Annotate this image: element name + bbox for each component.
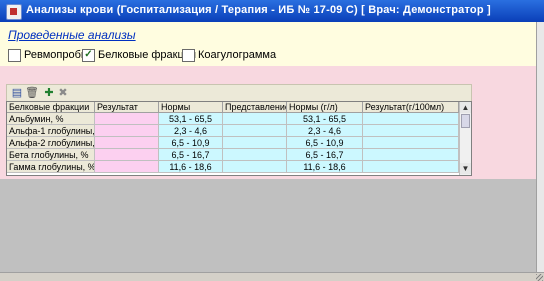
analyses-panel: Проведенные анализы Ревмопробы ✓ Белковы…	[0, 22, 536, 66]
cell-result[interactable]	[95, 125, 159, 137]
checkbox-coagulogram-box[interactable]	[182, 48, 195, 62]
cell-norm: 11,6 - 18,6	[159, 161, 223, 173]
cell-view	[223, 137, 287, 149]
cell-norm-gl: 11,6 - 18,6	[287, 161, 363, 173]
checkbox-rheum-tests-box[interactable]	[8, 48, 21, 62]
cell-result[interactable]	[95, 113, 159, 125]
cell-fraction: Бета глобулины, %	[7, 149, 95, 161]
cell-norm: 6,5 - 16,7	[159, 149, 223, 161]
col-header-norms-gl[interactable]: Нормы (г/л)	[287, 102, 363, 113]
cell-fraction: Альфа-1 глобулины, %	[7, 125, 95, 137]
checkbox-rheum-tests[interactable]: Ревмопробы	[8, 48, 89, 62]
protein-fractions-panel: ▤ 🗑 ✚ ✖ Белковые фракции Результат Нормы…	[0, 84, 536, 179]
cell-result-g100ml	[363, 125, 459, 137]
add-icon[interactable]: ✚	[43, 87, 55, 99]
col-header-view[interactable]: Представление	[223, 102, 287, 113]
cell-result-g100ml	[363, 149, 459, 161]
grid-toolbar: ▤ 🗑 ✚ ✖	[6, 84, 472, 102]
cell-fraction: Альбумин, %	[7, 113, 95, 125]
scroll-up-icon[interactable]: ▲	[460, 102, 471, 113]
save-icon[interactable]: ▤	[11, 87, 23, 99]
scroll-down-icon[interactable]: ▼	[460, 163, 471, 174]
cell-fraction: Гамма глобулины, %	[7, 161, 95, 173]
protein-fractions-table: Белковые фракции Результат Нормы Предста…	[6, 101, 472, 176]
cell-norm-gl: 2,3 - 4,6	[287, 125, 363, 137]
cell-result[interactable]	[95, 149, 159, 161]
cell-norm: 53,1 - 65,5	[159, 113, 223, 125]
cell-norm: 6,5 - 10,9	[159, 137, 223, 149]
cell-result-g100ml	[363, 137, 459, 149]
cell-view	[223, 149, 287, 161]
window-scrollbar[interactable]	[536, 22, 544, 272]
checkbox-protein-fractions-box[interactable]: ✓	[82, 48, 95, 62]
col-header-result-g100ml[interactable]: Результат(г/100мл)	[363, 102, 459, 113]
remove-icon[interactable]: ✖	[57, 87, 69, 99]
table-scrollbar[interactable]: ▲ ▼	[459, 102, 471, 175]
cell-result-g100ml	[363, 113, 459, 125]
cell-fraction: Альфа-2 глобулины, %	[7, 137, 95, 149]
col-header-norms[interactable]: Нормы	[159, 102, 223, 113]
checkbox-coagulogram-label: Коагулограмма	[198, 49, 277, 61]
title-bar: Анализы крови (Госпитализация / Терапия …	[0, 0, 544, 23]
cell-view	[223, 161, 287, 173]
checkbox-protein-fractions[interactable]: ✓ Белковые фракции	[82, 48, 196, 62]
cell-view	[223, 125, 287, 137]
main-area: Проведенные анализы Ревмопробы ✓ Белковы…	[0, 22, 536, 272]
col-header-fraction[interactable]: Белковые фракции	[7, 102, 95, 113]
cell-result-g100ml	[363, 161, 459, 173]
delete-icon[interactable]: 🗑	[25, 87, 39, 99]
app-icon	[6, 4, 22, 20]
cell-norm-gl: 6,5 - 10,9	[287, 137, 363, 149]
table-scroll-thumb[interactable]	[461, 114, 470, 128]
col-header-result[interactable]: Результат	[95, 102, 159, 113]
cell-view	[223, 113, 287, 125]
cell-norm-gl: 53,1 - 65,5	[287, 113, 363, 125]
checkbox-rheum-tests-label: Ревмопробы	[24, 49, 89, 61]
cell-norm-gl: 6,5 - 16,7	[287, 149, 363, 161]
analyses-heading: Проведенные анализы	[8, 28, 136, 42]
cell-result[interactable]	[95, 161, 159, 173]
cell-norm: 2,3 - 4,6	[159, 125, 223, 137]
spacer-band	[0, 66, 536, 84]
window-title: Анализы крови (Госпитализация / Терапия …	[26, 4, 491, 16]
checkbox-coagulogram[interactable]: Коагулограмма	[182, 48, 276, 62]
cell-result[interactable]	[95, 137, 159, 149]
